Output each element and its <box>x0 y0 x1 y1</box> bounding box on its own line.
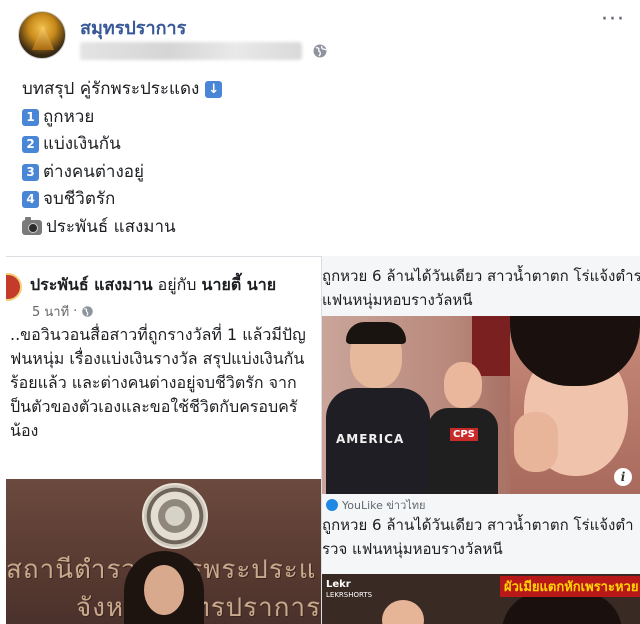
person-figure <box>382 600 424 624</box>
caption-credit-line: ประพันธ์ แสงมาน <box>22 214 222 242</box>
embedded-tagged-name: นายตี้ นาย <box>201 275 277 294</box>
caption-item-text: แบ่งเงินกัน <box>43 134 121 154</box>
embedded-author-avatar <box>6 273 22 301</box>
embedded-post-screenshot[interactable]: ประพันธ์ แสงมาน อยู่กับ นายตี้ นาย 5 นาท… <box>6 256 322 624</box>
embedded-with-word: อยู่กับ <box>157 275 197 294</box>
man-shirt: AMERICA <box>326 388 430 494</box>
cps-label: CPS <box>450 428 478 441</box>
globe-icon <box>82 306 94 317</box>
number-1-icon: 1 <box>22 108 39 126</box>
news-title-line: รวจ แฟนหนุ่มหอบรางวัลหนี <box>322 540 503 558</box>
news-title-bottom[interactable]: ถูกหวย 6 ล้านได้วันเดียว สาวน้ำตาตก โร่แ… <box>322 513 640 561</box>
embedded-post-time: 5 นาที · <box>32 301 94 322</box>
lekr-logo: Lekr LEKRSHORTS <box>326 580 372 600</box>
lekr-logo-text: Lekr <box>326 579 351 590</box>
embedded-post-text: ..ขอวินวอนสื่อสาวที่ถูกรางวัลที่ 1 แล้วม… <box>10 323 321 443</box>
girl-shirt: CPS <box>428 408 498 494</box>
caption-item: 1 ถูกหวย <box>22 104 222 132</box>
embedded-time-text: 5 นาที <box>32 305 70 320</box>
girl-face <box>444 362 482 408</box>
caption-item: 4 จบชีวิตรัก <box>22 186 222 214</box>
news-title-line: ถูกหวย 6 ล้านได้วันเดียว สาวน้ำตาตก โร่แ… <box>322 267 640 285</box>
more-options-icon[interactable]: ··· <box>601 9 625 31</box>
embedded-text-line: น้อง <box>10 421 39 440</box>
man-figure: AMERICA <box>326 322 430 494</box>
caption-summary: บทสรุป คู่รักพระประแดง <box>22 79 200 99</box>
number-3-icon: 3 <box>22 163 39 181</box>
post-timestamp-blurred <box>80 42 302 60</box>
caption-item-text: ถูกหวย <box>43 106 95 127</box>
globe-icon <box>313 44 327 58</box>
page-avatar[interactable] <box>18 11 66 59</box>
caption-item: 3 ต่างคนต่างอยู่ <box>22 159 222 187</box>
number-2-icon: 2 <box>22 136 39 154</box>
embedded-text-line: ป็นตัวของตัวเองและขอใช้ชีวิตกับครอบครั <box>10 397 298 416</box>
caption-item-text: ต่างคนต่างอยู่ <box>43 161 144 182</box>
camera-icon <box>22 216 42 235</box>
caption-item-text: จบชีวิตรัก <box>43 189 116 209</box>
news-title-line: แฟนหนุ่มหอบรางวัลหนี <box>322 291 473 309</box>
info-icon[interactable]: i <box>614 468 632 486</box>
news-source-name: YouLike ข่าวไทย <box>342 499 426 512</box>
lekr-logo-sub: LEKRSHORTS <box>326 591 373 599</box>
news-title-top[interactable]: ถูกหวย 6 ล้านได้วันเดียว สาวน้ำตาตก โร่แ… <box>322 264 640 312</box>
number-4-icon: 4 <box>22 191 39 209</box>
shirt-text: AMERICA <box>336 432 405 446</box>
news-photo-second[interactable]: Lekr LEKRSHORTS ผัวเมียแตกหักเพราะหวย 6 … <box>322 574 640 624</box>
police-station-photo: สถานีตำรวจภูธรพระประแ จังหวัดสมุทรปราการ <box>6 479 321 624</box>
wiping-hand <box>514 412 558 472</box>
youlike-logo-icon <box>326 499 338 511</box>
caption-summary-line: บทสรุป คู่รักพระประแดง ↓ <box>22 76 223 104</box>
news-source[interactable]: YouLike ข่าวไทย <box>326 496 426 514</box>
man-hair <box>346 322 406 344</box>
down-arrow-icon: ↓ <box>205 81 223 99</box>
woman-figure <box>124 551 204 624</box>
page-name[interactable]: สมุทรปราการ <box>80 13 186 42</box>
post-caption: บทสรุป คู่รักพระประแดง ↓ 1 ถูกหวย 2 แบ่ง… <box>22 76 223 242</box>
police-seal-icon <box>142 483 208 549</box>
embedded-text-line: ฟนหนุ่ม เรื่องแบ่งเงินรางวัล สรุปแบ่งเงิ… <box>10 349 305 368</box>
embedded-author-name: ประพันธ์ แสงมาน <box>30 275 153 294</box>
news-title-line: ถูกหวย 6 ล้านได้วันเดียว สาวน้ำตาตก โร่แ… <box>322 516 634 534</box>
second-card-headline: ผัวเมียแตกหักเพราะหวย 6 ล้าน <box>500 576 640 597</box>
embedded-author-line: ประพันธ์ แสงมาน อยู่กับ นายตี้ นาย <box>30 273 276 298</box>
embedded-text-line: ..ขอวินวอนสื่อสาวที่ถูกรางวัลที่ 1 แล้วม… <box>10 325 306 344</box>
embedded-dot: · <box>73 304 78 319</box>
embedded-text-line: ร้อยแล้ว และต่างคนต่างอยู่จบชีวิตรัก จาก <box>10 373 297 392</box>
caption-item: 2 แบ่งเงินกัน <box>22 131 222 159</box>
caption-credit: ประพันธ์ แสงมาน <box>46 216 176 237</box>
girl-figure: CPS <box>422 356 502 494</box>
temple-logo <box>32 26 54 50</box>
news-column: ถูกหวย 6 ล้านได้วันเดียว สาวน้ำตาตก โร่แ… <box>322 256 640 624</box>
news-photo[interactable]: AMERICA CPS i <box>322 316 640 494</box>
